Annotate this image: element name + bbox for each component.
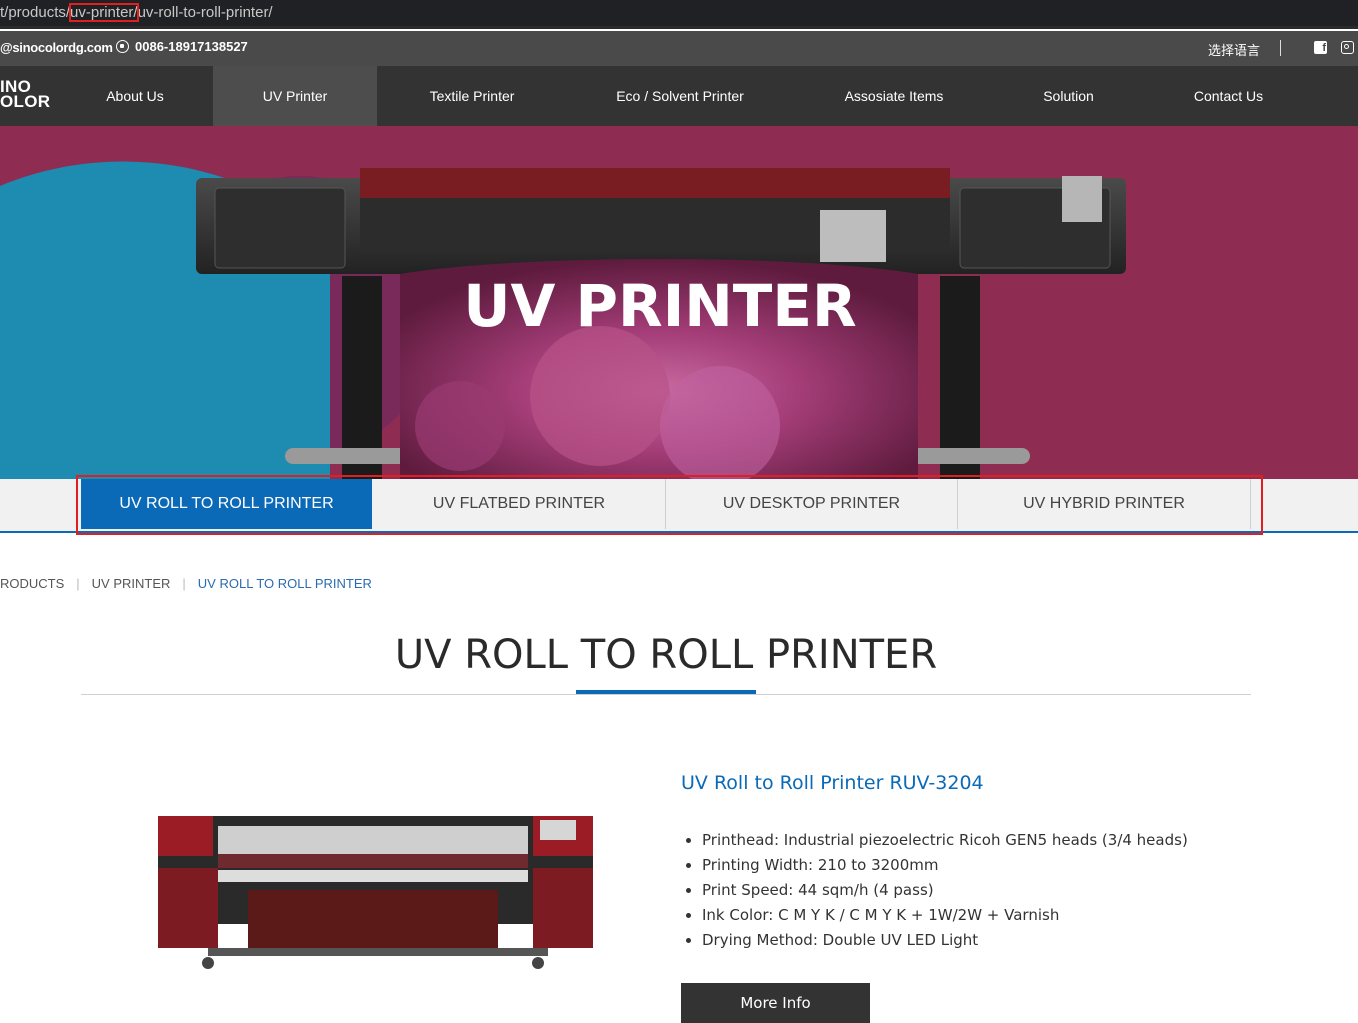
banner-headline: UV PRINTER [463, 272, 856, 340]
tab-uv-hybrid[interactable]: UV HYBRID PRINTER [958, 479, 1251, 529]
language-selector[interactable]: 选择语言 [1208, 40, 1260, 59]
nav-contact-us[interactable]: Contact Us [1142, 66, 1315, 126]
spec-ink-color: Ink Color: C M Y K / C M Y K + 1W/2W + V… [702, 903, 1188, 928]
spec-printhead: Printhead: Industrial piezoelectric Rico… [702, 828, 1188, 853]
spec-drying-method: Drying Method: Double UV LED Light [702, 928, 1188, 953]
spec-print-speed: Print Speed: 44 sqm/h (4 pass) [702, 878, 1188, 903]
breadcrumb-separator: | [182, 576, 186, 591]
tab-uv-flatbed[interactable]: UV FLATBED PRINTER [373, 479, 666, 529]
nav-solution[interactable]: Solution [995, 66, 1142, 126]
contact-phone[interactable]: 0086-18917138527 [116, 39, 248, 54]
urlbar-divider [0, 26, 1358, 29]
facebook-icon[interactable]: f [1314, 41, 1327, 54]
breadcrumb: RODUCTS | UV PRINTER | UV ROLL TO ROLL PRINT… [0, 576, 372, 591]
hero-banner: UV PRINTER [0, 126, 1358, 479]
breadcrumb-products[interactable]: RODUCTS [0, 576, 64, 591]
title-accent-bar [576, 690, 756, 694]
logo-line-2: OLOR [0, 92, 51, 111]
breadcrumb-separator: | [76, 576, 80, 591]
url-prefix: t/products/ [0, 4, 71, 21]
tab-uv-desktop[interactable]: UV DESKTOP PRINTER [666, 479, 958, 529]
more-info-button[interactable]: More Info [681, 983, 870, 1023]
product-specs: Printhead: Industrial piezoelectric Rico… [681, 828, 1188, 953]
instagram-icon[interactable] [1341, 41, 1354, 54]
product-image[interactable] [148, 808, 600, 974]
contact-email[interactable]: @sinocolordg.com [0, 40, 113, 55]
category-tabs: UV ROLL TO ROLL PRINTER UV FLATBED PRINT… [0, 479, 1358, 533]
nav-associate-items[interactable]: Assosiate Items [793, 66, 995, 126]
topbar-divider [1280, 40, 1281, 56]
title-divider [81, 694, 1251, 695]
spec-printing-width: Printing Width: 210 to 3200mm [702, 853, 1188, 878]
phone-number: 0086-18917138527 [135, 39, 248, 54]
breadcrumb-current[interactable]: UV ROLL TO ROLL PRINTER [198, 576, 372, 591]
banner-printer-illustration: UV PRINTER [0, 126, 1358, 479]
nav-about-us[interactable]: About Us [56, 66, 214, 126]
site-logo[interactable]: INO OLOR [0, 78, 51, 111]
page-title: UV ROLL TO ROLL PRINTER [394, 632, 938, 678]
address-bar[interactable]: t/products/uv-printer/uv-roll-to-roll-pr… [0, 0, 1358, 29]
top-info-bar: @sinocolordg.com 0086-18917138527 选择语言 f [0, 31, 1358, 66]
nav-uv-printer[interactable]: UV Printer [213, 66, 377, 126]
url-suffix: uv-roll-to-roll-printer/ [137, 4, 273, 21]
whatsapp-icon [116, 40, 129, 53]
product-title[interactable]: UV Roll to Roll Printer RUV-3204 [681, 772, 984, 794]
main-nav: INO OLOR About Us UV Printer Textile Pri… [0, 66, 1358, 126]
breadcrumb-uv-printer[interactable]: UV PRINTER [92, 576, 171, 591]
nav-eco-solvent-printer[interactable]: Eco / Solvent Printer [567, 66, 793, 126]
url-highlight: uv-printer/ [69, 3, 139, 22]
tab-uv-roll-to-roll[interactable]: UV ROLL TO ROLL PRINTER [81, 479, 372, 529]
nav-textile-printer[interactable]: Textile Printer [377, 66, 567, 126]
